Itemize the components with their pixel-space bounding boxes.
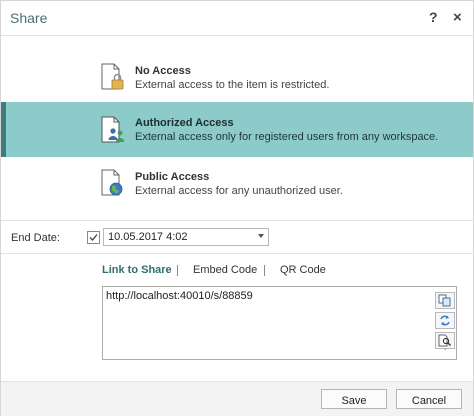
end-date-checkbox[interactable] xyxy=(87,231,100,244)
tab-separator xyxy=(264,265,265,276)
lock-document-icon xyxy=(100,63,128,93)
save-button[interactable]: Save xyxy=(321,389,387,409)
access-option-public-access[interactable]: Public Access External access for any un… xyxy=(1,169,473,225)
end-date-value: 10.05.2017 4:02 xyxy=(108,231,188,243)
tab-embed-code[interactable]: Embed Code xyxy=(193,264,257,276)
divider xyxy=(1,220,473,221)
checkmark-icon xyxy=(89,234,98,241)
access-option-title: Public Access xyxy=(135,171,210,183)
share-link-textarea[interactable]: http://localhost:40010/s/88859 ∧ ∨ xyxy=(102,286,457,360)
chevron-down-icon[interactable] xyxy=(258,234,264,238)
dialog-title: Share xyxy=(10,10,48,26)
users-document-icon xyxy=(100,116,128,146)
copy-icon xyxy=(438,294,451,307)
access-option-title: Authorized Access xyxy=(135,117,234,129)
regenerate-link-button[interactable] xyxy=(435,312,455,329)
refresh-icon xyxy=(440,315,450,326)
dialog-titlebar: Share ? × xyxy=(1,1,473,36)
globe-document-icon xyxy=(100,169,128,199)
tab-separator xyxy=(177,265,178,276)
access-option-title: No Access xyxy=(135,65,191,77)
access-option-description: External access to the item is restricte… xyxy=(135,79,330,91)
access-option-description: External access only for registered user… xyxy=(135,131,439,143)
cancel-button[interactable]: Cancel xyxy=(396,389,462,409)
access-option-description: External access for any unauthorized use… xyxy=(135,185,343,197)
share-dialog: Share ? × No Access External access to t… xyxy=(0,0,474,416)
preview-icon xyxy=(438,334,451,347)
end-date-label: End Date: xyxy=(11,232,60,244)
help-button[interactable]: ? xyxy=(429,9,438,25)
divider xyxy=(1,253,473,254)
copy-link-button[interactable] xyxy=(435,292,455,309)
access-option-authorized-access[interactable]: Authorized Access External access only f… xyxy=(1,102,473,157)
share-link-url: http://localhost:40010/s/88859 xyxy=(106,290,253,302)
close-button[interactable]: × xyxy=(453,9,462,26)
tab-qr-code[interactable]: QR Code xyxy=(280,264,326,276)
preview-link-button[interactable] xyxy=(435,332,455,349)
end-date-picker[interactable]: 10.05.2017 4:02 xyxy=(103,228,269,246)
tab-link-to-share[interactable]: Link to Share xyxy=(102,264,172,276)
